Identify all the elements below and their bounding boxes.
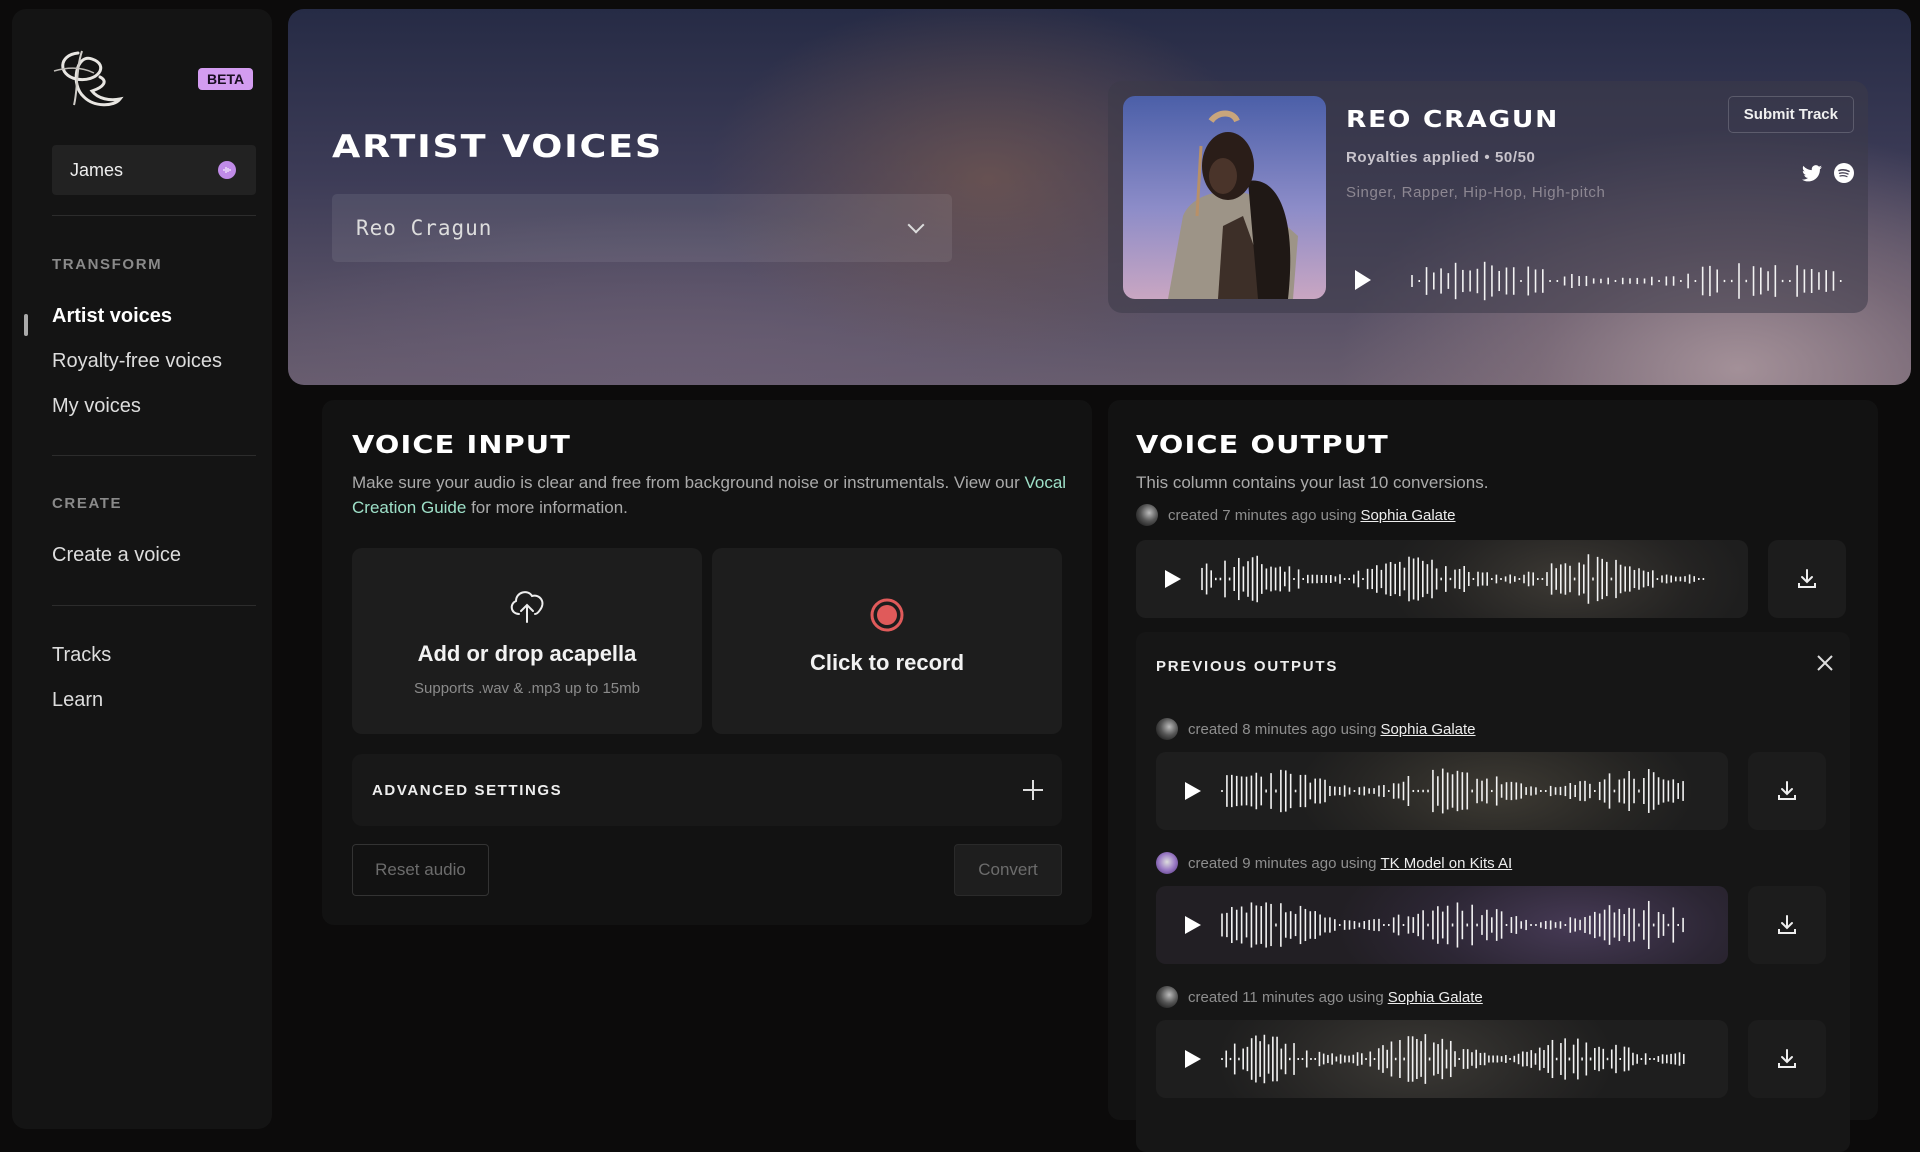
- download-button[interactable]: [1748, 886, 1826, 964]
- record-button[interactable]: Click to record: [712, 548, 1062, 734]
- sidebar-item-my-voices[interactable]: My voices: [52, 395, 141, 418]
- beta-badge: BETA: [198, 68, 254, 90]
- play-icon[interactable]: [1184, 915, 1202, 935]
- voice-input-description: Make sure your audio is clear and free f…: [352, 470, 1072, 520]
- play-icon[interactable]: [1353, 269, 1373, 291]
- advanced-settings-label: ADVANCED SETTINGS: [372, 781, 563, 799]
- upload-acapella-dropzone[interactable]: Add or drop acapella Supports .wav & .mp…: [352, 548, 702, 734]
- sidebar-item-create-a-voice[interactable]: Create a voice: [52, 544, 181, 567]
- twitter-icon[interactable]: [1802, 164, 1822, 182]
- artist-preview-waveform[interactable]: [1410, 261, 1850, 301]
- section-label-create: CREATE: [52, 495, 123, 512]
- output-meta: created 7 minutes ago using Sophia Galat…: [1136, 504, 1456, 526]
- voice-output-title: VOICE OUTPUT: [1136, 430, 1389, 459]
- voice-link[interactable]: Sophia Galate: [1388, 989, 1483, 1006]
- audio-player-latest[interactable]: [1136, 540, 1748, 618]
- user-name: James: [70, 159, 124, 180]
- voice-input-title: VOICE INPUT: [352, 430, 572, 459]
- advanced-settings-toggle[interactable]: ADVANCED SETTINGS: [352, 754, 1062, 826]
- artist-name: REO CRAGUN: [1346, 107, 1559, 133]
- voice-input-panel: VOICE INPUT Make sure your audio is clea…: [322, 400, 1092, 925]
- previous-outputs-section: PREVIOUS OUTPUTS created 8 minutes ago u…: [1136, 632, 1850, 1152]
- voice-avatar: [1156, 852, 1178, 874]
- active-indicator: [24, 314, 28, 336]
- voice-link[interactable]: Sophia Galate: [1380, 721, 1475, 738]
- section-label-transform: TRANSFORM: [52, 256, 163, 273]
- previous-outputs-title: PREVIOUS OUTPUTS: [1156, 658, 1339, 675]
- sidebar-divider: [52, 605, 256, 606]
- artist-select-dropdown[interactable]: Reo Cragun: [332, 194, 952, 262]
- audio-player[interactable]: [1156, 1020, 1728, 1098]
- royalties-info: Royalties applied • 50/50: [1346, 149, 1536, 166]
- download-icon: [1778, 781, 1796, 800]
- download-button[interactable]: [1768, 540, 1846, 618]
- voice-avatar: [1156, 986, 1178, 1008]
- created-text: created 9 minutes ago using: [1188, 854, 1377, 872]
- download-icon: [1798, 569, 1816, 588]
- created-text: created 11 minutes ago using: [1188, 988, 1384, 1006]
- user-account-button[interactable]: James: [52, 145, 256, 195]
- artist-photo: [1123, 96, 1326, 299]
- download-icon: [1778, 1049, 1796, 1068]
- voice-link[interactable]: Sophia Galate: [1360, 507, 1455, 524]
- waveform[interactable]: [1200, 554, 1710, 604]
- description-text-end: for more information.: [466, 498, 628, 517]
- voice-avatar: [1156, 718, 1178, 740]
- social-links: [1802, 163, 1854, 183]
- created-text: created 7 minutes ago using: [1168, 506, 1357, 524]
- play-icon[interactable]: [1164, 569, 1182, 589]
- description-text: Make sure your audio is clear and free f…: [352, 473, 1025, 492]
- audio-player[interactable]: [1156, 886, 1728, 964]
- sidebar-item-learn[interactable]: Learn: [52, 689, 103, 712]
- voice-badge-icon: [218, 161, 236, 179]
- upload-subtitle: Supports .wav & .mp3 up to 15mb: [414, 680, 640, 697]
- download-button[interactable]: [1748, 752, 1826, 830]
- waveform[interactable]: [1220, 1034, 1690, 1084]
- artist-select-value: Reo Cragun: [356, 216, 493, 240]
- sidebar-item-royalty-free-voices[interactable]: Royalty-free voices: [52, 350, 222, 373]
- convert-button[interactable]: Convert: [954, 844, 1062, 896]
- upload-title: Add or drop acapella: [417, 641, 637, 666]
- sidebar-item-tracks[interactable]: Tracks: [52, 644, 111, 667]
- artist-tags: Singer, Rapper, Hip-Hop, High-pitch: [1346, 184, 1606, 201]
- voice-avatar: [1136, 504, 1158, 526]
- page-title: ARTIST VOICES: [332, 129, 664, 165]
- voice-link[interactable]: TK Model on Kits AI: [1380, 855, 1512, 872]
- output-meta: created 11 minutes ago using Sophia Gala…: [1156, 986, 1483, 1008]
- download-icon: [1778, 915, 1796, 934]
- spotify-icon[interactable]: [1834, 163, 1854, 183]
- play-icon[interactable]: [1184, 1049, 1202, 1069]
- output-meta: created 8 minutes ago using Sophia Galat…: [1156, 718, 1476, 740]
- sidebar-item-artist-voices[interactable]: Artist voices: [52, 305, 172, 328]
- waveform[interactable]: [1220, 900, 1690, 950]
- artist-hero: ARTIST VOICES Reo Cragun REO CRAGUN Roya…: [288, 9, 1911, 385]
- output-meta: created 9 minutes ago using TK Model on …: [1156, 852, 1512, 874]
- app-logo[interactable]: [48, 45, 128, 113]
- download-button[interactable]: [1748, 1020, 1826, 1098]
- artist-card: REO CRAGUN Royalties applied • 50/50 Sin…: [1108, 81, 1868, 313]
- voice-output-description: This column contains your last 10 conver…: [1136, 473, 1489, 492]
- sidebar: BETA James TRANSFORM Artist voices Royal…: [12, 9, 272, 1129]
- sidebar-divider: [52, 455, 256, 456]
- plus-icon: [1023, 780, 1043, 800]
- record-label: Click to record: [809, 650, 965, 675]
- voice-output-panel: VOICE OUTPUT This column contains your l…: [1108, 400, 1878, 1152]
- play-icon[interactable]: [1184, 781, 1202, 801]
- waveform[interactable]: [1220, 766, 1690, 816]
- cloud-upload-icon: [510, 591, 544, 623]
- record-icon: [870, 598, 904, 632]
- sidebar-divider: [52, 215, 256, 216]
- audio-player[interactable]: [1156, 752, 1728, 830]
- chevron-down-icon: [907, 216, 925, 234]
- close-icon[interactable]: [1816, 654, 1834, 672]
- submit-track-button[interactable]: Submit Track: [1727, 96, 1854, 133]
- created-text: created 8 minutes ago using: [1188, 720, 1377, 738]
- reset-audio-button[interactable]: Reset audio: [352, 844, 489, 896]
